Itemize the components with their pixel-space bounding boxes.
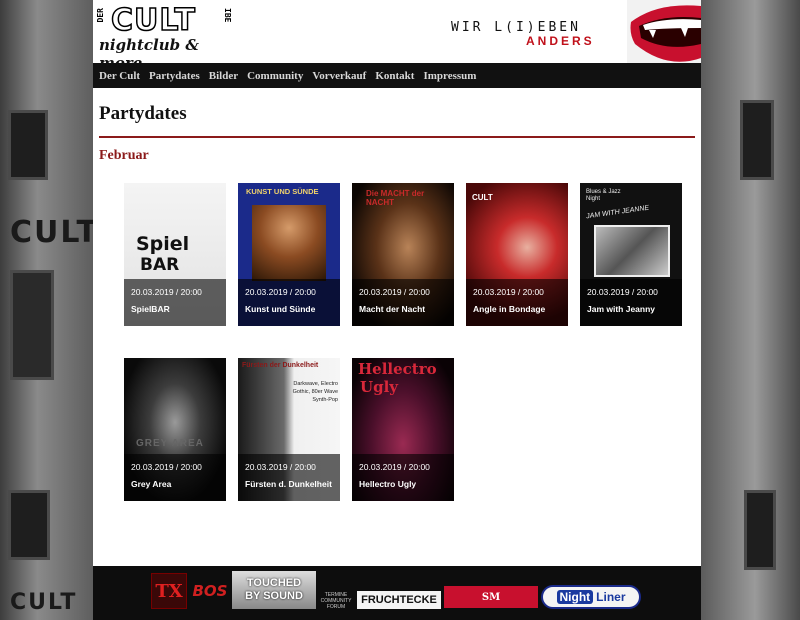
event-date: 20.03.2019 / 20:00 xyxy=(245,287,316,297)
poster-subtitle: Ugly xyxy=(360,378,398,396)
sm-logo-icon: SM xyxy=(481,591,501,603)
event-date: 20.03.2019 / 20:00 xyxy=(587,287,658,297)
poster-title: Fürsten der Dunkelheit xyxy=(242,362,319,369)
event-date: 20.03.2019 / 20:00 xyxy=(245,462,316,472)
community-forum-logo-icon: TERMINE COMMUNITY FORUM xyxy=(320,592,352,610)
lips-image xyxy=(627,0,701,63)
background-window xyxy=(8,490,50,560)
event-name: Grey Area xyxy=(131,479,172,489)
sponsor-nightliner[interactable]: Night Liner xyxy=(541,585,641,609)
event-name: Kunst und Sünde xyxy=(245,304,316,314)
sponsor-sm[interactable]: SM xyxy=(444,586,538,608)
event-date: 20.03.2019 / 20:00 xyxy=(131,462,202,472)
poster-photos xyxy=(594,225,670,277)
event-date: 20.03.2019 / 20:00 xyxy=(473,287,544,297)
poster-subtitle: Darkwave, Electro Gothic, 80er Wave Synt… xyxy=(292,381,338,403)
event-name: Angle in Bondage xyxy=(473,304,546,314)
touched-by-sound-logo-icon: TOUCHED BY SOUND xyxy=(245,577,303,602)
sponsor-fruchtecke[interactable]: FRUCHTECKE xyxy=(357,591,441,609)
event-name: Fürsten d. Dunkelheit xyxy=(245,479,332,489)
background-graffiti: CULT xyxy=(10,590,78,615)
sponsor-bos[interactable]: BOS xyxy=(191,577,229,605)
poster-figure xyxy=(252,205,326,281)
poster-title: Spiel xyxy=(136,233,190,255)
background-window xyxy=(744,490,776,570)
event-card-fuersten-d-dunkelheit[interactable]: Fürsten der Dunkelheit Darkwave, Electro… xyxy=(238,358,340,501)
event-card-spielbar[interactable]: Spiel BAR 20.03.2019 / 20:00 SpielBAR xyxy=(124,183,226,326)
logo-der-text: DER xyxy=(96,8,105,23)
background-window xyxy=(740,100,774,180)
poster-title: CULT xyxy=(472,193,493,202)
logo-ibe-text: IBE xyxy=(223,8,232,23)
background-left: CULT CULT xyxy=(0,0,93,620)
background-right xyxy=(700,0,800,620)
background-window xyxy=(8,110,48,180)
sponsor-tx[interactable]: TX xyxy=(151,573,187,609)
page-title: Partydates xyxy=(99,103,187,124)
page-container: DER CULT IBE nightclub & more WIR L(I)EB… xyxy=(93,0,701,620)
logo-subtitle: nightclub & more xyxy=(99,36,199,72)
sponsor-community-forum[interactable]: TERMINE COMMUNITY FORUM xyxy=(319,571,353,613)
event-card-angle-in-bondage[interactable]: CULT 20.03.2019 / 20:00 Angle in Bondage xyxy=(466,183,568,326)
background-doorway xyxy=(10,270,54,380)
event-card-macht-der-nacht[interactable]: Die MACHT der NACHT 20.03.2019 / 20:00 M… xyxy=(352,183,454,326)
month-heading: Februar xyxy=(99,148,149,163)
tx-logo-icon: TX xyxy=(155,580,183,602)
event-date: 20.03.2019 / 20:00 xyxy=(359,462,430,472)
nav-community[interactable]: Community xyxy=(247,70,303,82)
event-name: Macht der Nacht xyxy=(359,304,426,314)
site-logo[interactable]: DER CULT IBE nightclub & more xyxy=(96,3,247,72)
sponsor-touched-by-sound[interactable]: TOUCHED BY SOUND xyxy=(232,571,316,609)
event-name: Jam with Jeanny xyxy=(587,304,656,314)
bos-logo-icon: BOS xyxy=(192,582,228,600)
event-card-hellectro-ugly[interactable]: Hellectro Ugly 20.03.2019 / 20:00 Hellec… xyxy=(352,358,454,501)
poster-title: Hellectro xyxy=(358,360,437,378)
background-graffiti: CULT xyxy=(10,215,93,250)
sponsor-footer: TX BOS TOUCHED BY SOUND TERMINE COMMUNIT… xyxy=(93,566,701,620)
poster-title: Die MACHT der NACHT xyxy=(366,189,425,207)
site-header: DER CULT IBE nightclub & more WIR L(I)EB… xyxy=(93,0,701,72)
event-name: SpielBAR xyxy=(131,304,170,314)
nav-impressum[interactable]: Impressum xyxy=(423,70,476,82)
poster-title: Blues & Jazz Night xyxy=(586,189,621,202)
poster-title: GREY AREA xyxy=(136,438,204,449)
main-content: Partydates Februar xyxy=(93,88,701,164)
nav-kontakt[interactable]: Kontakt xyxy=(375,70,414,82)
nav-vorverkauf[interactable]: Vorverkauf xyxy=(312,70,366,82)
event-card-grey-area[interactable]: GREY AREA 20.03.2019 / 20:00 Grey Area xyxy=(124,358,226,501)
nightliner-logo-icon: Night xyxy=(556,590,594,604)
poster-subtitle: BAR xyxy=(140,255,180,275)
event-date: 20.03.2019 / 20:00 xyxy=(131,287,202,297)
fruchtecke-logo-icon: FRUCHTECKE xyxy=(361,594,437,606)
poster-title: KUNST UND SÜNDE xyxy=(246,187,319,196)
slogan-top: WIR L(I)EBEN xyxy=(451,20,581,35)
event-date: 20.03.2019 / 20:00 xyxy=(359,287,430,297)
logo-main-text: CULT xyxy=(110,3,196,38)
slogan-bottom: ANDERS xyxy=(526,34,595,48)
poster-subtitle: JAM WITH JEANNE xyxy=(585,204,650,221)
event-card-kunst-und-suende[interactable]: KUNST UND SÜNDE 20.03.2019 / 20:00 Kunst… xyxy=(238,183,340,326)
nightliner-logo-text: Liner xyxy=(596,590,626,604)
event-card-jam-with-jeanny[interactable]: Blues & Jazz Night JAM WITH JEANNE 20.03… xyxy=(580,183,682,326)
title-divider xyxy=(99,136,695,138)
event-name: Hellectro Ugly xyxy=(359,479,417,489)
